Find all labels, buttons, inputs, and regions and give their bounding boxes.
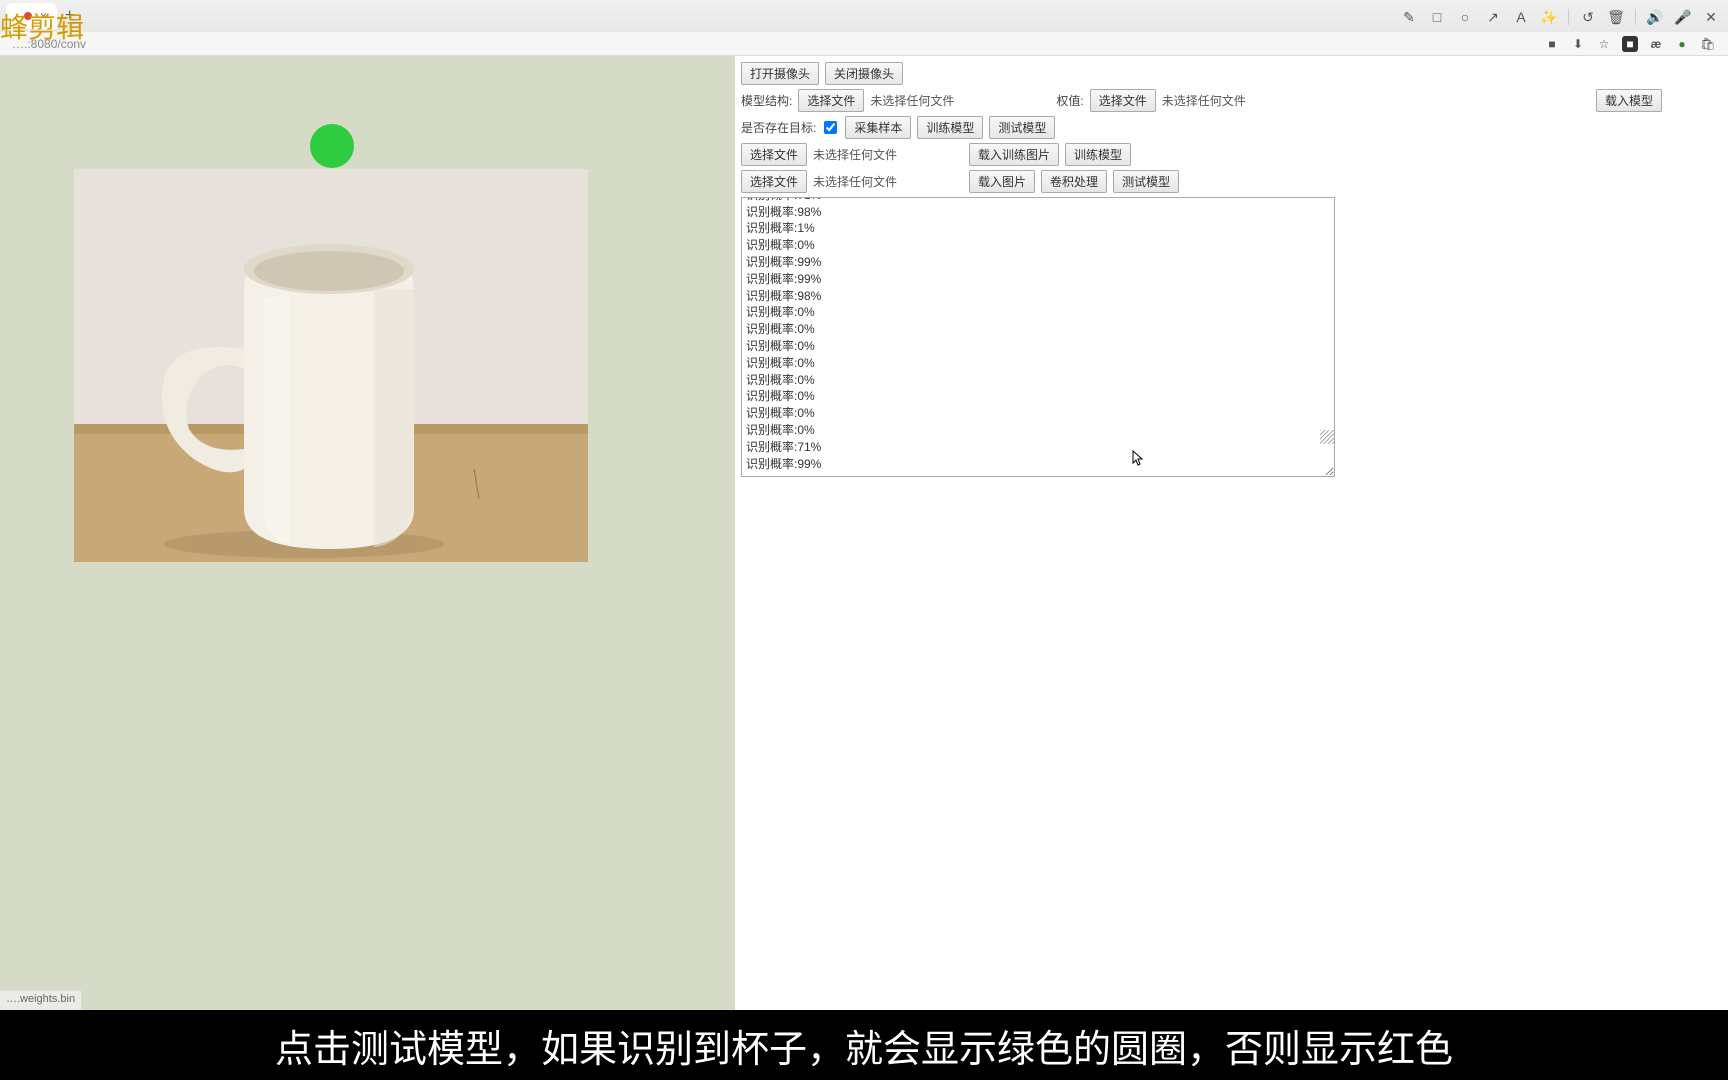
output-line: 识别概率:0%	[746, 321, 1330, 338]
choose-struct-file-button[interactable]: 选择文件	[798, 89, 864, 112]
annotation-toolbar: ✎ □ ○ ↗ A ✨ ↺ 🗑 🔊 🎤 ✕	[1400, 8, 1720, 26]
output-line: 识别概率:0%	[746, 338, 1330, 355]
weights-label: 权值:	[1056, 92, 1083, 109]
train-model-button[interactable]: 训练模型	[917, 116, 983, 139]
model-struct-label: 模型结构:	[741, 92, 792, 109]
choose-weights-file-button[interactable]: 选择文件	[1090, 89, 1156, 112]
output-textarea[interactable]: 99=>0.0002034074276170373识别概率:71%识别概率:98…	[741, 197, 1335, 477]
bag-ext-icon[interactable]: 🛍	[1700, 36, 1716, 52]
arrow-icon[interactable]: ↗	[1484, 8, 1502, 26]
choose-file-button-2[interactable]: 选择文件	[741, 143, 807, 166]
trash-icon[interactable]: 🗑	[1607, 8, 1625, 26]
output-line: 识别概率:99%	[746, 271, 1330, 288]
caption-text: 点击测试模型，如果识别到杯子，就会显示绿色的圆圈，否则显示红色	[275, 1018, 1453, 1073]
output-line: 识别概率:1%	[746, 220, 1330, 237]
file-text-2: 未选择任何文件	[813, 146, 897, 163]
output-line: 识别概率:71%	[746, 439, 1330, 456]
load-image-button[interactable]: 载入图片	[969, 170, 1035, 193]
has-target-checkbox[interactable]	[824, 121, 837, 134]
output-line: 识别概率:98%	[746, 288, 1330, 305]
output-line: 识别概率:0%	[746, 405, 1330, 422]
train-model-button-2[interactable]: 训练模型	[1065, 143, 1131, 166]
output-line: 识别概率:0%	[746, 304, 1330, 321]
output-line: 识别概率:71%	[746, 197, 1330, 204]
square-icon[interactable]: □	[1428, 8, 1446, 26]
collect-sample-button[interactable]: 采集样本	[845, 116, 911, 139]
detection-indicator-circle	[310, 124, 354, 168]
extension-icons: ■ ⬇ ☆ ■ æ ● 🛍	[1544, 36, 1716, 52]
test-model-button[interactable]: 测试模型	[989, 116, 1055, 139]
load-train-image-button[interactable]: 载入训练图片	[969, 143, 1059, 166]
url-bar: ….:8080/conv ■ ⬇ ☆ ■ æ ● 🛍	[0, 32, 1728, 56]
file-text-3: 未选择任何文件	[813, 173, 897, 190]
toolbar-separator	[1568, 9, 1569, 25]
struct-file-text: 未选择任何文件	[870, 92, 954, 109]
wand-icon[interactable]: ✨	[1540, 8, 1558, 26]
output-line: 识别概率:98%	[746, 204, 1330, 221]
camera-feed-image	[74, 169, 588, 562]
conv-process-button[interactable]: 卷积处理	[1041, 170, 1107, 193]
output-line: 识别概率:0%	[746, 372, 1330, 389]
close-icon[interactable]: ✕	[1702, 8, 1720, 26]
test-model-button-2[interactable]: 测试模型	[1113, 170, 1179, 193]
load-model-button[interactable]: 载入模型	[1596, 89, 1662, 112]
open-camera-button[interactable]: 打开摄像头	[741, 62, 819, 85]
ae-ext-icon[interactable]: æ	[1648, 36, 1664, 52]
download-ext-icon[interactable]: ⬇	[1570, 36, 1586, 52]
pencil-icon[interactable]: ✎	[1400, 8, 1418, 26]
watermark-label: 蜂剪辑	[0, 6, 84, 46]
bookmark-star-icon[interactable]: ☆	[1596, 36, 1612, 52]
output-line: 识别概率:0%	[746, 388, 1330, 405]
sound-icon[interactable]: 🔊	[1646, 8, 1664, 26]
camera-panel	[0, 56, 735, 1080]
mic-icon[interactable]: 🎤	[1674, 8, 1692, 26]
undo-icon[interactable]: ↺	[1579, 8, 1597, 26]
output-line: 识别概率:0%	[746, 422, 1330, 439]
control-panel: 打开摄像头 关闭摄像头 模型结构: 选择文件 未选择任何文件 权值: 选择文件 …	[735, 56, 1728, 1080]
main-content: 打开摄像头 关闭摄像头 模型结构: 选择文件 未选择任何文件 权值: 选择文件 …	[0, 56, 1728, 1080]
camera-ext-icon[interactable]: ■	[1544, 36, 1560, 52]
output-line: 识别概率:0%	[746, 237, 1330, 254]
resize-grip-icon[interactable]	[1320, 430, 1334, 444]
has-target-label: 是否存在目标:	[741, 119, 816, 136]
mouse-cursor-icon	[1132, 450, 1146, 471]
status-bar: ….weights.bin	[0, 990, 81, 1010]
weights-file-text: 未选择任何文件	[1162, 92, 1246, 109]
output-line: 识别概率:0%	[746, 355, 1330, 372]
choose-file-button-3[interactable]: 选择文件	[741, 170, 807, 193]
output-line: 识别概率:99%	[746, 254, 1330, 271]
close-camera-button[interactable]: 关闭摄像头	[825, 62, 903, 85]
toolbar-separator	[1635, 9, 1636, 25]
circle-icon[interactable]: ○	[1456, 8, 1474, 26]
globe-ext-icon[interactable]: ●	[1674, 36, 1690, 52]
output-line: 识别概率:99%	[746, 456, 1330, 473]
caption-bar: 点击测试模型，如果识别到杯子，就会显示绿色的圆圈，否则显示红色	[0, 1010, 1728, 1080]
evernote-ext-icon[interactable]: ■	[1622, 36, 1638, 52]
text-icon[interactable]: A	[1512, 8, 1530, 26]
